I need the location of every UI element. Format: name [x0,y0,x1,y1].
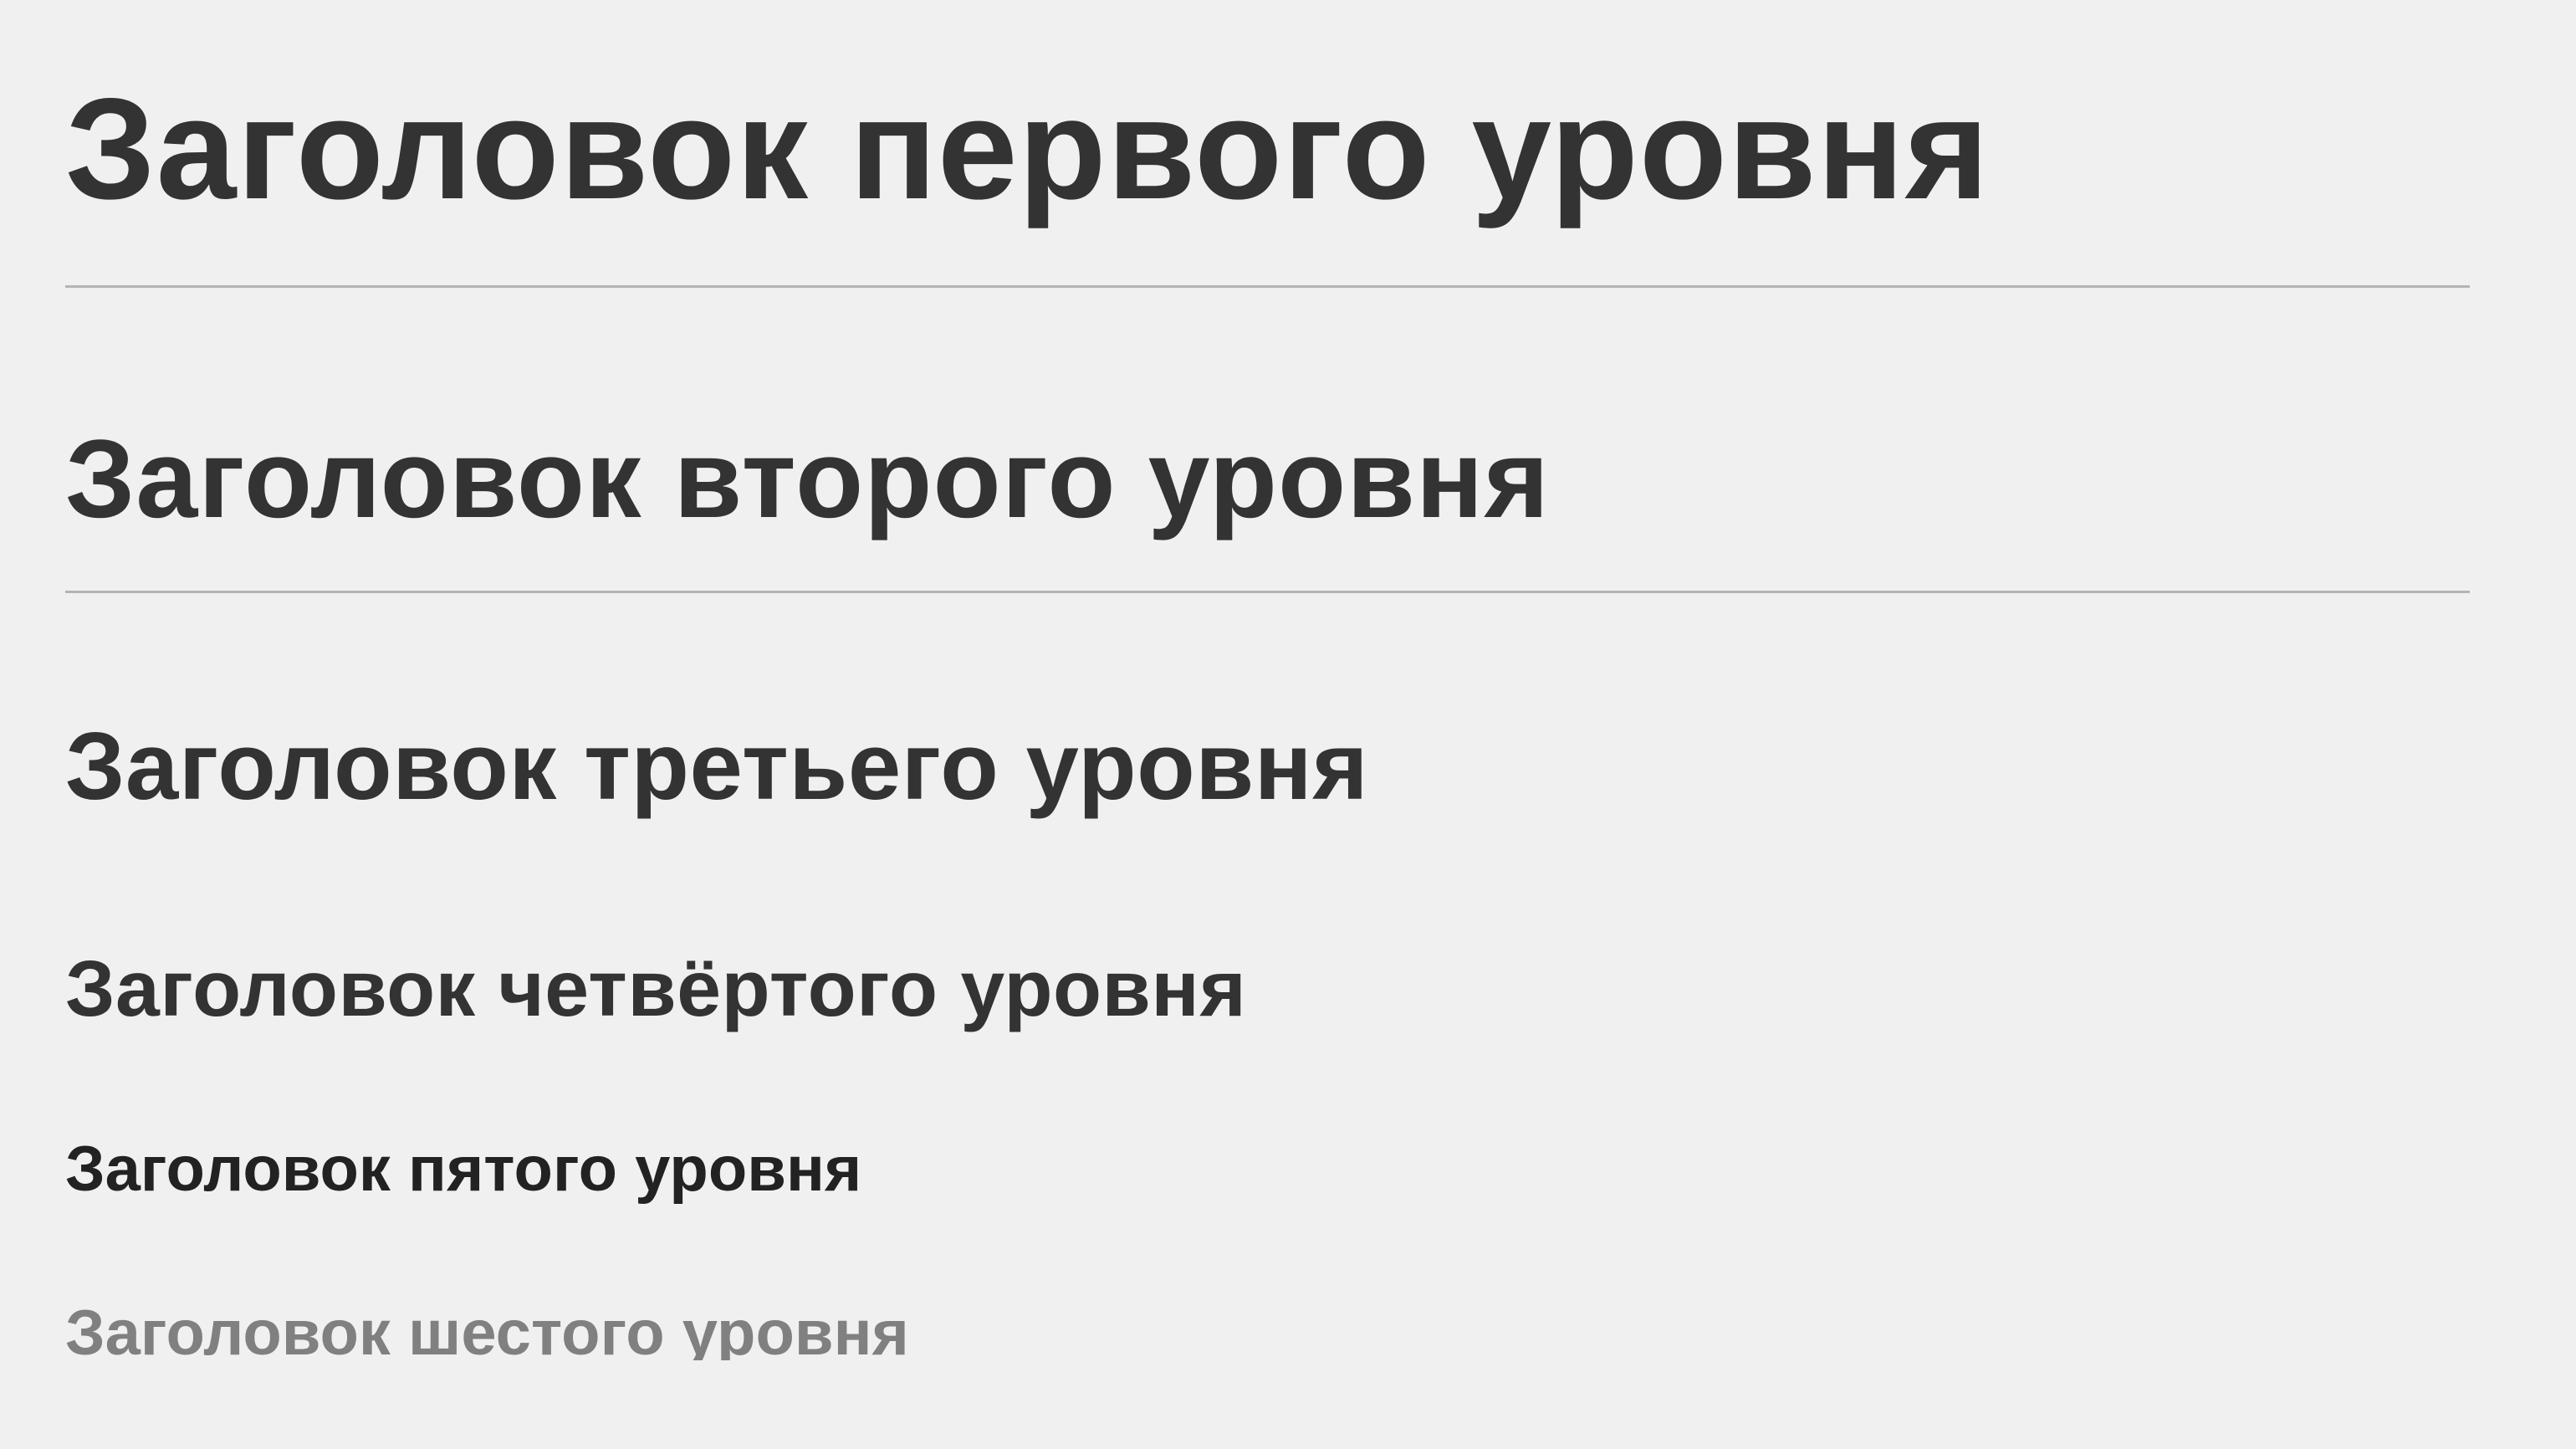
heading-2-underline [65,591,2470,593]
heading-level-6: Заголовок шестого уровня [65,1302,909,1360]
document-page: Заголовок первого уровня Заголовок второ… [0,0,2576,1449]
heading-level-3: Заголовок третьего уровня [65,714,1369,820]
heading-level-5: Заголовок пятого уровня [65,1134,862,1205]
heading-level-2: Заголовок второго уровня [65,417,1550,541]
heading-level-1: Заголовок первого уровня [65,69,1990,229]
heading-1-underline [65,285,2470,288]
heading-level-4: Заголовок четвёртого уровня [65,945,1247,1033]
